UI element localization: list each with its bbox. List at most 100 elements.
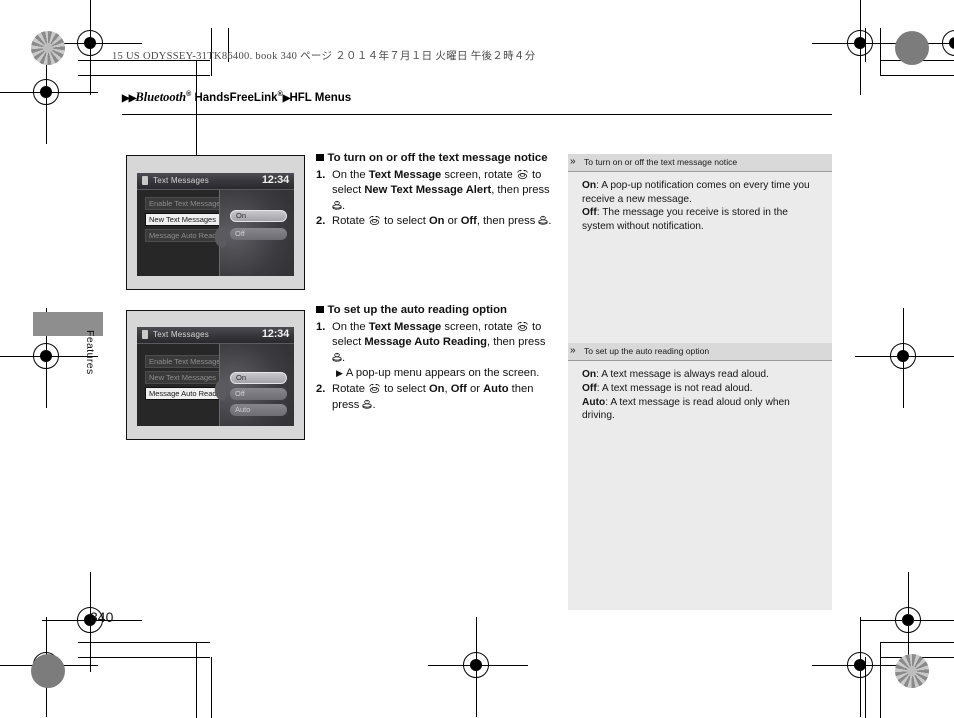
density-patch	[895, 31, 929, 65]
note-section-title: To set up the auto reading option	[584, 346, 710, 357]
step-text: .	[342, 351, 346, 364]
section-tab-label: Features	[84, 330, 96, 375]
note-term: On	[582, 369, 597, 381]
screen-popup-option: Off	[230, 388, 287, 400]
screen-popup: On Off	[213, 190, 294, 276]
device-screen: Text Messages 12:34 Enable Text Message …	[137, 327, 294, 426]
note-term: Off	[582, 207, 597, 219]
screen-titlebar: Text Messages 12:34	[137, 173, 294, 190]
emphasis-text: Auto	[483, 382, 509, 395]
screen-clock: 12:34	[261, 174, 289, 186]
double-chevron-icon: »	[570, 345, 576, 357]
breadcrumb-arrow-icon: ▶▶	[122, 93, 136, 104]
registration-mark	[428, 617, 528, 717]
step-text: Rotate	[332, 382, 369, 395]
instruction-subnote-text: A pop-up menu appears on the screen.	[345, 367, 540, 380]
triangle-bullet-icon: ▶	[336, 368, 343, 379]
instruction-block-notice: To turn on or off the text message notic…	[316, 151, 553, 230]
crop-mark-line	[196, 642, 198, 718]
step-text: .	[342, 199, 346, 212]
crop-mark-line	[211, 657, 213, 718]
note-section-header: » To set up the auto reading option	[568, 343, 832, 362]
emphasis-text: Off	[460, 215, 477, 228]
breadcrumb: ▶▶Bluetooth® HandsFreeLink®▶HFL Menus	[122, 90, 351, 105]
emphasis-text: Off	[450, 382, 467, 395]
step-text: or	[444, 215, 461, 228]
step-text: screen, rotate	[441, 168, 516, 181]
screen-popup-option: Auto	[230, 404, 287, 416]
registration-mark	[855, 308, 954, 408]
breadcrumb-bluetooth: Bluetooth	[135, 90, 187, 104]
instruction-step: On the Text Message screen, rotate to se…	[316, 168, 553, 215]
message-icon	[142, 176, 148, 185]
note-section-title: To turn on or off the text message notic…	[584, 157, 738, 167]
instruction-step: Rotate to select On or Off, then press .	[316, 214, 553, 230]
rotary-knob-icon	[369, 383, 380, 393]
rotary-knob-icon	[517, 321, 528, 331]
emphasis-text: On	[428, 382, 445, 395]
print-job-info: 15 US ODYSSEY-31TK86400. book 340 ページ ２０…	[112, 51, 536, 62]
instruction-heading: To turn on or off the text message notic…	[316, 151, 553, 167]
note-term: On	[582, 180, 597, 191]
screen-clock: 12:34	[261, 328, 289, 340]
enter-button-icon	[362, 399, 373, 409]
rotary-knob-icon	[517, 169, 528, 179]
note-line: Off: A text message is not read aloud.	[582, 382, 822, 396]
emphasis-text: Message Auto Reading	[364, 336, 488, 349]
step-text: to select	[381, 215, 429, 228]
page-number: 340	[90, 609, 114, 625]
bullet-square-icon	[316, 153, 324, 161]
note-text: A text message is always read aloud.	[601, 369, 769, 381]
density-patch	[31, 654, 65, 688]
screen-popup: On Off Auto	[213, 344, 294, 426]
note-text: A text message is not read aloud.	[601, 382, 753, 394]
screen-popup-option-highlighted: On	[230, 210, 287, 222]
breadcrumb-handsfreelink: HandsFreeLink	[194, 92, 278, 104]
instruction-heading: To set up the auto reading option	[316, 303, 553, 319]
figure-auto-reading-option: Text Messages 12:34 Enable Text Message …	[126, 310, 305, 440]
screen-popup-option-highlighted: On	[230, 372, 287, 384]
instruction-step: On the Text Message screen, rotate to se…	[316, 320, 553, 382]
note-line: On: A pop-up notification comes on every…	[582, 179, 822, 206]
screen-title: Text Messages	[153, 330, 209, 339]
step-text: , then press	[491, 184, 550, 197]
rotary-knob-icon	[369, 216, 380, 226]
emphasis-text: Text Message	[368, 320, 442, 333]
instruction-steps: On the Text Message screen, rotate to se…	[316, 320, 553, 414]
note-section-header: » To turn on or off the text message noti…	[568, 154, 832, 172]
screen-popup-option: Off	[230, 228, 287, 240]
step-text: , then press	[487, 336, 546, 349]
note-section-body: On: A pop-up notification comes on every…	[568, 172, 832, 241]
bullet-square-icon	[316, 305, 324, 313]
instruction-block-auto-reading: To set up the auto reading option On the…	[316, 303, 553, 413]
step-text: .	[548, 215, 552, 228]
breadcrumb-hfl-menus: HFL Menus	[289, 92, 352, 104]
note-text: A pop-up notification comes on every tim…	[582, 180, 810, 205]
note-term: Off	[582, 382, 597, 394]
enter-button-icon	[332, 200, 342, 210]
emphasis-text: On	[428, 215, 445, 228]
emphasis-text: New Text Message Alert	[364, 184, 492, 197]
note-text: The message you receive is stored in the…	[582, 207, 788, 232]
instruction-steps: On the Text Message screen, rotate to se…	[316, 168, 553, 230]
step-text: On the	[332, 168, 369, 181]
step-text: , then press	[476, 215, 539, 228]
device-screen: Text Messages 12:34 Enable Text Message …	[137, 173, 294, 276]
screen-popup-options: On Off	[230, 210, 287, 246]
notes-panel: » To turn on or off the text message noti…	[568, 154, 832, 610]
figure-text-message-notice: Text Messages 12:34 Enable Text Message …	[126, 155, 305, 290]
note-section-body: On: A text message is always read aloud.…	[568, 361, 832, 430]
instruction-heading-text: To set up the auto reading option	[327, 304, 508, 316]
screen-popup-options: On Off Auto	[230, 372, 287, 420]
instruction-subnote: ▶ A pop-up menu appears on the screen.	[332, 366, 553, 382]
message-icon	[142, 330, 148, 339]
step-text: or	[466, 382, 484, 395]
step-text: Rotate	[332, 215, 369, 228]
note-line: On: A text message is always read aloud.	[582, 368, 822, 382]
step-text: .	[372, 398, 376, 411]
registered-mark-icon: ®	[186, 91, 192, 99]
emphasis-text: Text Message	[368, 168, 442, 181]
note-line: Auto: A text message is read aloud only …	[582, 396, 822, 423]
note-text: A text message is read aloud only when d…	[582, 396, 790, 422]
step-text: screen, rotate	[441, 320, 516, 333]
